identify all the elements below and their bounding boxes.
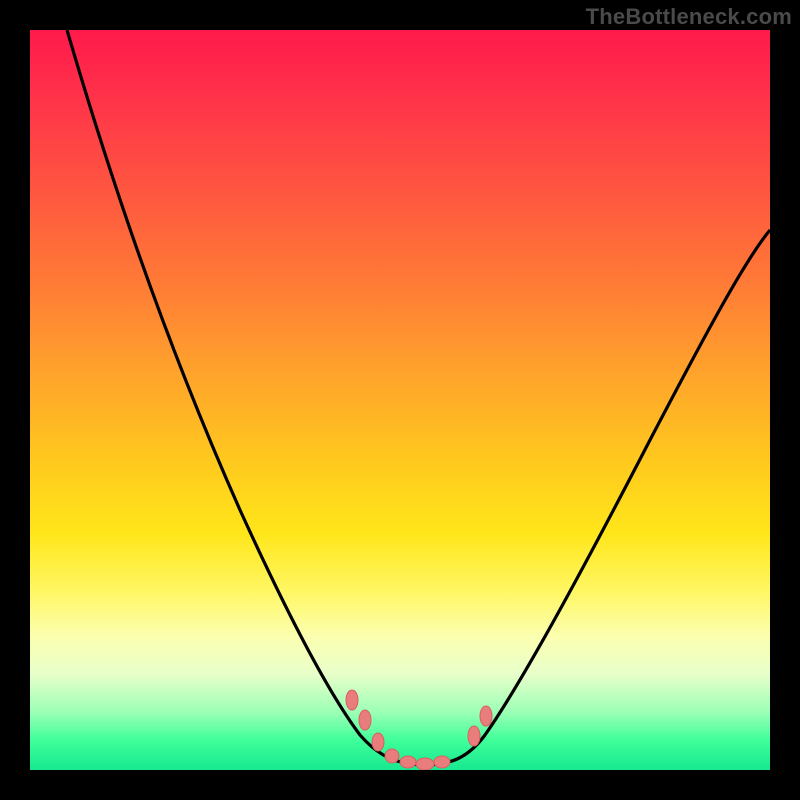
watermark-text: TheBottleneck.com bbox=[586, 4, 792, 30]
plot-area bbox=[30, 30, 770, 770]
bottleneck-curve-path bbox=[67, 30, 770, 765]
bottleneck-curve-svg bbox=[30, 30, 770, 770]
highlight-cluster bbox=[346, 690, 492, 770]
outer-frame: TheBottleneck.com bbox=[0, 0, 800, 800]
